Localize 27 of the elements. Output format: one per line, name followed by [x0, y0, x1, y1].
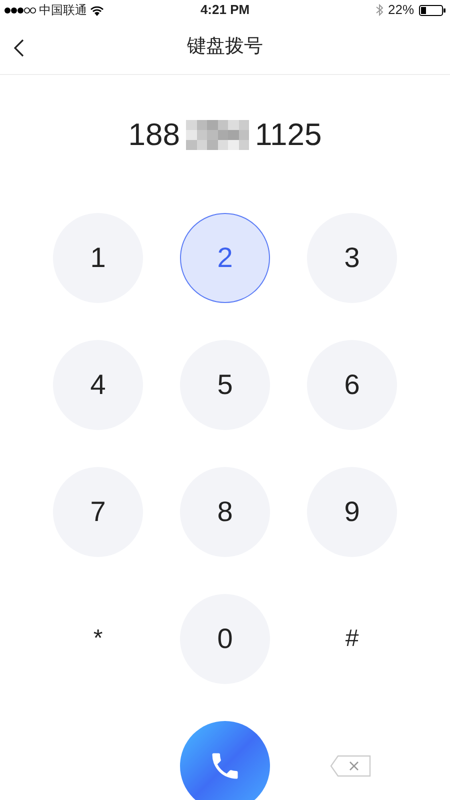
digit-key[interactable]: 6 [307, 340, 397, 430]
battery-icon [419, 4, 446, 16]
digit-key[interactable]: 4 [53, 340, 143, 430]
digit-key[interactable]: 8 [180, 467, 270, 557]
back-icon [14, 39, 24, 57]
digit-key[interactable]: 3 [307, 213, 397, 303]
wifi-icon [90, 4, 104, 16]
phone-number-suffix: 1125 [255, 116, 322, 154]
symbol-key[interactable]: * [53, 594, 143, 684]
status-time: 4:21 PM [200, 1, 250, 20]
phone-number-prefix: 188 [128, 116, 180, 154]
carrier-name: 中国联通 [39, 2, 87, 19]
digit-key[interactable]: 0 [180, 594, 270, 684]
digit-key[interactable]: 2 [180, 213, 270, 303]
back-button[interactable] [12, 38, 26, 58]
digit-key[interactable]: 7 [53, 467, 143, 557]
symbol-key[interactable]: # [307, 594, 397, 684]
digit-key[interactable]: 5 [180, 340, 270, 430]
backspace-button[interactable] [330, 755, 372, 777]
digit-key[interactable]: 9 [307, 467, 397, 557]
signal-icon [4, 6, 36, 14]
digit-key[interactable]: 1 [53, 213, 143, 303]
redacted-mosaic [186, 120, 250, 150]
backspace-icon [330, 755, 372, 777]
page-title: 键盘拨号 [187, 34, 263, 59]
bluetooth-icon [376, 4, 383, 16]
battery-percent: 22% [388, 1, 414, 20]
